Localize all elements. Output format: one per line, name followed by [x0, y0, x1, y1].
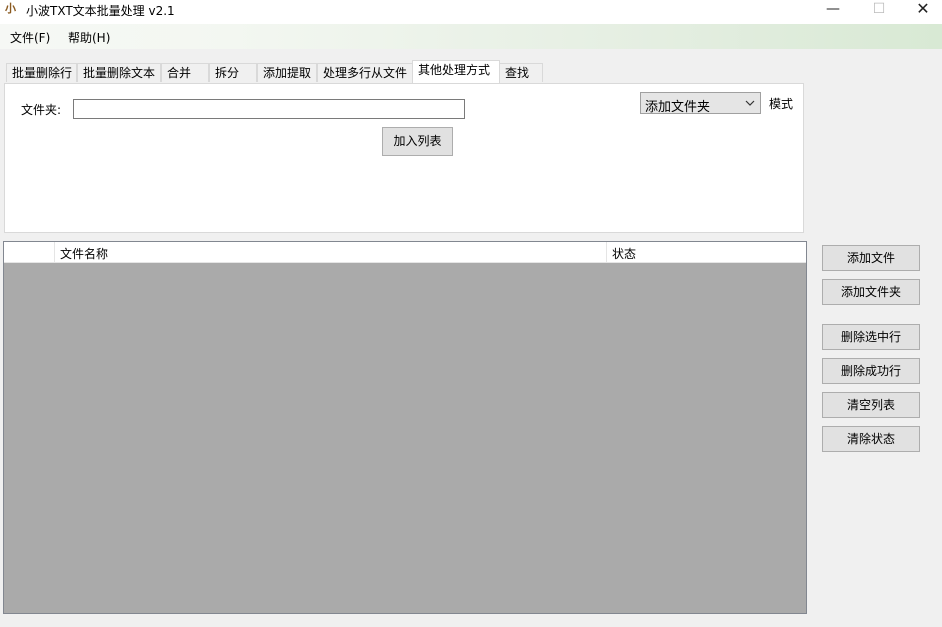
tab-merge[interactable]: 合并	[161, 63, 209, 82]
close-button[interactable]: ✕	[900, 0, 942, 22]
file-list[interactable]: 文件名称 状态	[3, 241, 807, 614]
file-list-header: 文件名称 状态	[4, 242, 806, 263]
delete-selected-button[interactable]: 删除选中行	[822, 324, 920, 350]
clear-list-button[interactable]: 清空列表	[822, 392, 920, 418]
mode-select[interactable]: 添加文件夹	[640, 92, 761, 115]
mode-select-value: 添加文件夹	[645, 100, 711, 115]
minimize-button[interactable]: —	[810, 0, 856, 22]
menu-bar: 文件(F) 帮助(H)	[0, 24, 942, 49]
tab-add-extract[interactable]: 添加提取	[257, 63, 317, 82]
tab-batch-delete-lines[interactable]: 批量删除行	[6, 63, 77, 82]
tab-multiline-from-file[interactable]: 处理多行从文件	[317, 63, 413, 82]
column-divider[interactable]	[54, 242, 55, 262]
add-folder-button[interactable]: 添加文件夹	[822, 279, 920, 305]
title-bar: 小 小波TXT文本批量处理 v2.1 — ☐ ✕	[0, 0, 942, 24]
column-header-filename[interactable]: 文件名称	[60, 245, 108, 262]
menu-help[interactable]: 帮助(H)	[68, 29, 110, 46]
folder-label: 文件夹:	[21, 103, 62, 117]
add-file-button[interactable]: 添加文件	[822, 245, 920, 271]
tab-split[interactable]: 拆分	[209, 63, 257, 82]
maximize-button[interactable]: ☐	[856, 0, 902, 22]
tab-search[interactable]: 查找	[499, 63, 543, 82]
folder-input[interactable]	[73, 99, 465, 119]
tab-panel: 文件夹: 加入列表 添加文件夹 模式	[4, 83, 804, 233]
menu-file[interactable]: 文件(F)	[10, 29, 50, 46]
clear-status-button[interactable]: 清除状态	[822, 426, 920, 452]
add-to-list-button[interactable]: 加入列表	[382, 127, 453, 156]
tab-other-methods[interactable]: 其他处理方式	[412, 60, 500, 83]
window-title: 小波TXT文本批量处理 v2.1	[26, 4, 175, 18]
column-header-status[interactable]: 状态	[612, 245, 636, 262]
delete-success-button[interactable]: 删除成功行	[822, 358, 920, 384]
column-divider[interactable]	[606, 242, 607, 262]
mode-label: 模式	[769, 97, 794, 111]
chevron-down-icon	[745, 100, 755, 106]
app-icon: 小	[5, 2, 16, 15]
tab-batch-delete-text[interactable]: 批量删除文本	[77, 63, 161, 82]
